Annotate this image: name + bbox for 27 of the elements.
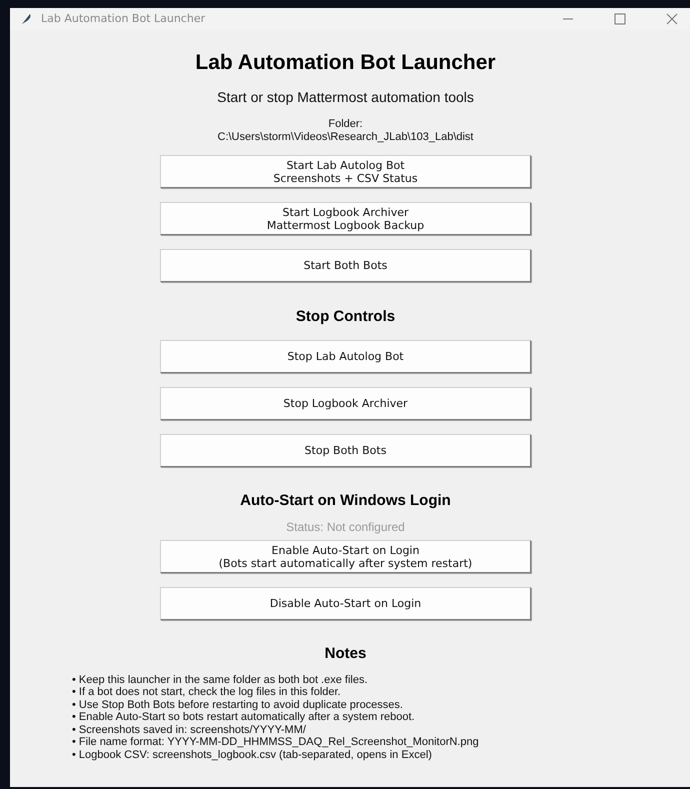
section-heading: Auto-Start on Windows Login	[240, 490, 451, 510]
folder-path: C:\Users\storm\Videos\Research_JLab\103_Lab\dist	[218, 131, 474, 144]
section-heading: Notes	[324, 644, 366, 664]
action-button[interactable]: Enable Auto-Start on Login (Bots start automatically after system restart)	[160, 540, 531, 573]
action-button[interactable]: Start Both Bots	[160, 249, 531, 282]
action-button[interactable]: Stop Lab Autolog Bot	[160, 340, 531, 372]
section-heading: Stop Controls	[296, 307, 396, 327]
action-button[interactable]: Disable Auto-Start on Login	[160, 587, 531, 620]
note-line: • If a bot does not start, check the log files in this folder.	[72, 686, 342, 698]
note-line: • Logbook CSV: screenshots_logbook.csv (tab-separated, opens in Excel)	[72, 748, 433, 761]
action-button[interactable]: Start Lab Autolog Bot Screenshots + CSV Status	[160, 155, 531, 188]
folder-label: Folder:	[328, 118, 363, 131]
action-button[interactable]: Stop Both Bots	[160, 434, 531, 466]
feather-icon	[20, 13, 32, 25]
note-line: • File name format: YYYY-MM-DD_HHMMSS_DAQ_Rel_Screenshot_MonitorN.png	[72, 736, 479, 748]
note-line: • Keep this launcher in the same folder as both bot .exe files.	[72, 674, 369, 686]
note-line: • Use Stop Both Bots before restarting to avoid duplicate processes.	[72, 698, 404, 711]
action-button[interactable]: Start Logbook Archiver Mattermost Logbook Backup	[160, 202, 531, 235]
note-line: • Screenshots saved in: screenshots/YYYY-MM/	[72, 724, 307, 736]
note-line: • Enable Auto-Start so bots restart automatically after a system reboot.	[72, 711, 416, 724]
subtitle: Start or stop Mattermost automation tools	[217, 88, 474, 107]
window-title: Lab Automation Bot Launcher	[41, 10, 206, 27]
maximize-icon[interactable]	[614, 13, 626, 25]
status-text: Status: Not configured	[286, 519, 405, 536]
close-icon[interactable]	[666, 13, 678, 25]
action-button[interactable]: Stop Logbook Archiver	[160, 386, 531, 420]
app-title: Lab Automation Bot Launcher	[195, 50, 496, 76]
